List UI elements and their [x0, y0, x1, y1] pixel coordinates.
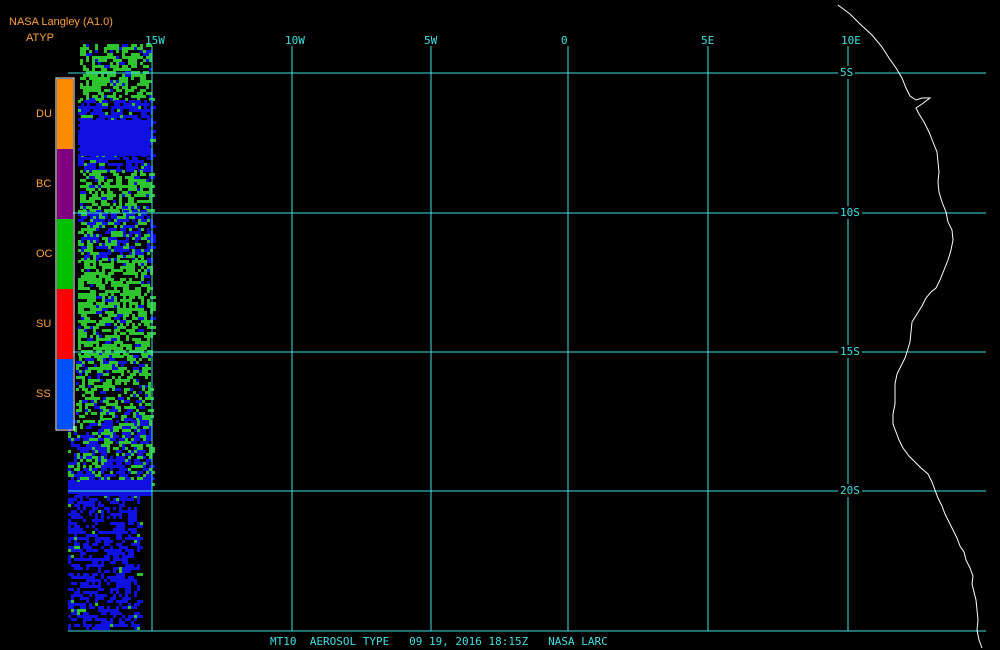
legend-swatch-du [57, 79, 73, 149]
longitude-label: 5W [424, 34, 438, 47]
legend-label-oc: OC [36, 248, 53, 260]
longitude-label: 5E [701, 34, 715, 47]
legend-swatch-ss [57, 359, 73, 429]
latitude-label: 20S [838, 484, 862, 497]
longitude-label: 15W [145, 34, 165, 47]
longitude-label: 0 [561, 34, 568, 47]
legend-swatch-bc [57, 149, 73, 219]
product-code-label: ATYP [26, 32, 54, 44]
aerosol-map [55, 4, 986, 649]
longitude-label: 10E [841, 34, 861, 47]
legend-label-su: SU [36, 318, 52, 330]
latitude-label: 10S [838, 206, 862, 219]
longitude-label: 10W [285, 34, 305, 47]
latitude-label: 5S [838, 66, 856, 79]
latitude-label: 15S [838, 345, 862, 358]
legend-label-bc: BC [36, 178, 52, 190]
map-caption: MT10 AEROSOL TYPE 09 19, 2016 18:15Z NAS… [270, 635, 608, 648]
legend-swatch-su [57, 289, 73, 359]
legend-label-du: DU [36, 108, 52, 120]
aerosol-swath [68, 44, 156, 630]
aerosol-type-legend [55, 77, 75, 431]
legend-swatch-oc [57, 219, 73, 289]
coastline [837, 4, 983, 649]
legend-label-ss: SS [36, 388, 51, 400]
lat-lon-grid [68, 46, 986, 632]
product-source-title: NASA Langley (A1.0) [9, 16, 113, 28]
